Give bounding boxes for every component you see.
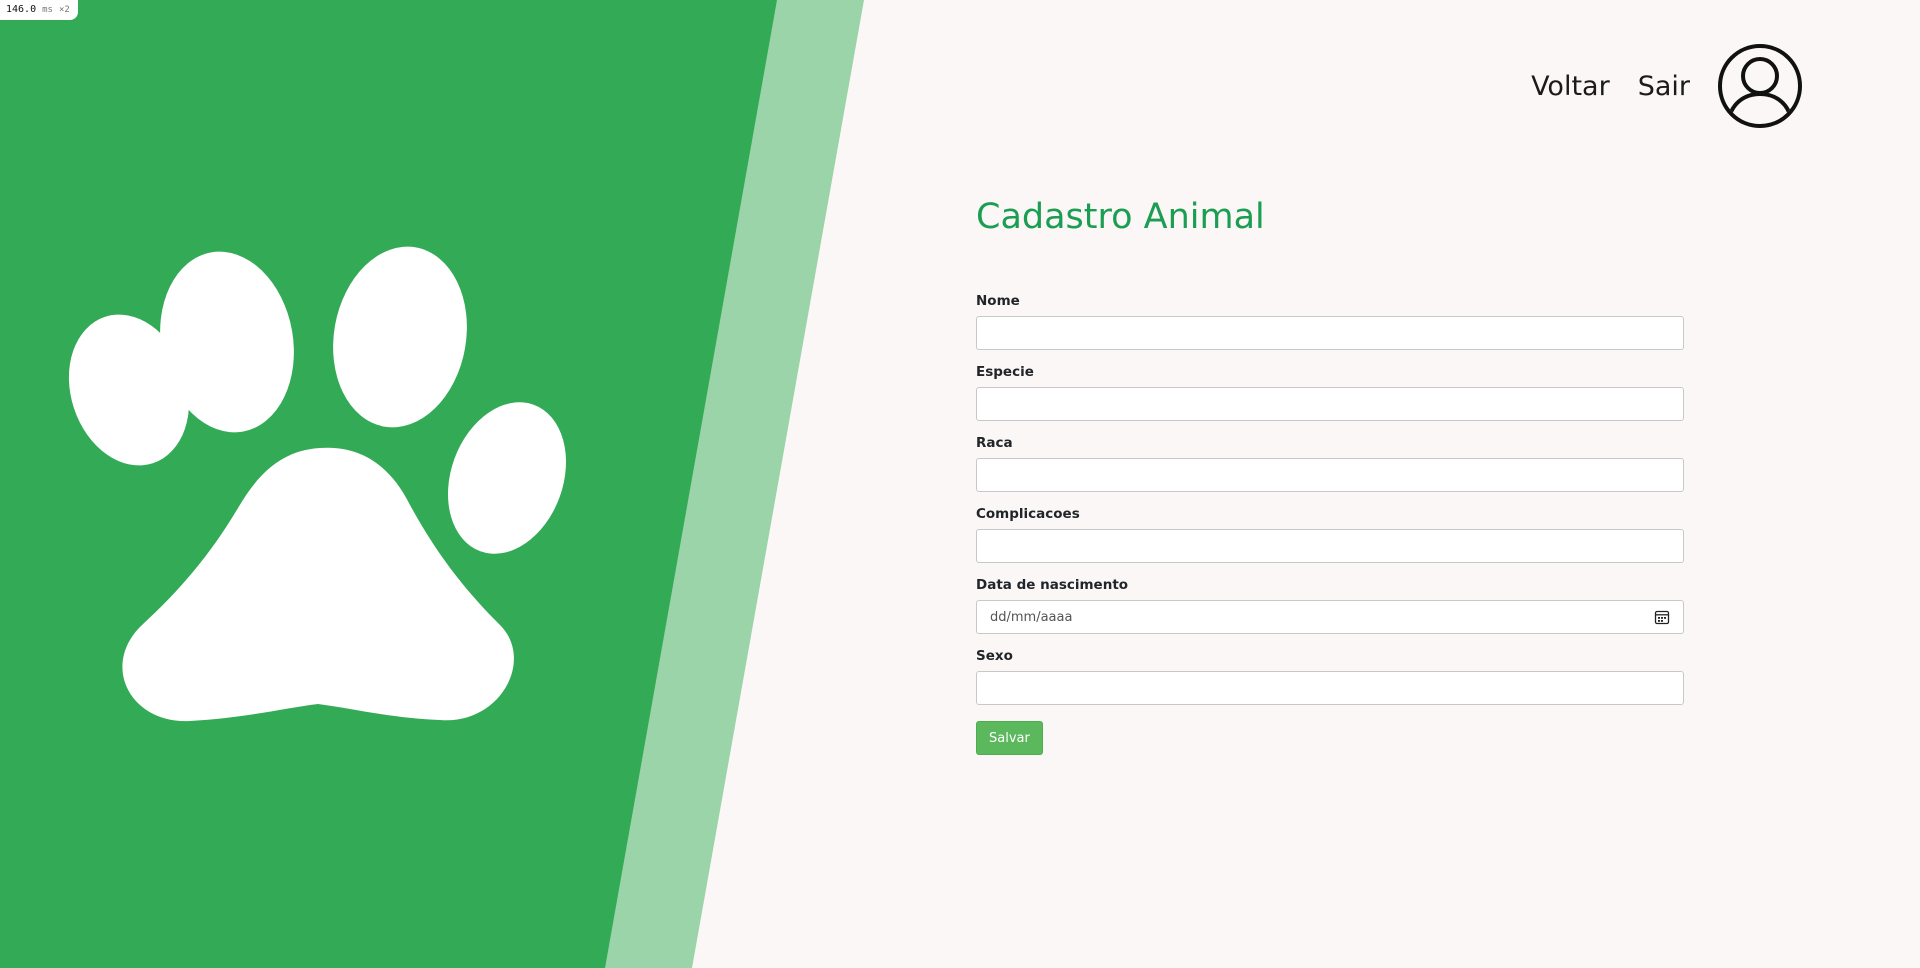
complicacoes-field-group: Complicacoes bbox=[976, 506, 1684, 563]
complicacoes-input[interactable] bbox=[976, 529, 1684, 563]
raca-field-group: Raca bbox=[976, 435, 1684, 492]
sexo-field-group: Sexo bbox=[976, 648, 1684, 705]
nascimento-field-group: Data de nascimento bbox=[976, 577, 1684, 634]
nascimento-date-input[interactable] bbox=[976, 600, 1684, 634]
sexo-label: Sexo bbox=[976, 648, 1013, 664]
perf-overlay: 146.0 ms ×2 bbox=[0, 0, 78, 20]
especie-label: Especie bbox=[976, 364, 1034, 380]
sexo-input[interactable] bbox=[976, 671, 1684, 705]
back-link[interactable]: Voltar bbox=[1531, 71, 1610, 102]
nome-label: Nome bbox=[976, 293, 1020, 309]
especie-field-group: Especie bbox=[976, 364, 1684, 421]
logout-link[interactable]: Sair bbox=[1638, 71, 1690, 102]
perf-mult: ×2 bbox=[59, 5, 70, 15]
perf-value: 146.0 bbox=[6, 4, 37, 15]
nome-input[interactable] bbox=[976, 316, 1684, 350]
save-button[interactable]: Salvar bbox=[976, 721, 1043, 755]
top-nav: Voltar Sair bbox=[1531, 44, 1802, 128]
especie-input[interactable] bbox=[976, 387, 1684, 421]
raca-input[interactable] bbox=[976, 458, 1684, 492]
calendar-icon[interactable] bbox=[1654, 609, 1670, 625]
animal-form: Cadastro Animal Nome Especie Raca Compli… bbox=[976, 195, 1684, 755]
page: 146.0 ms ×2 Voltar Sair Cadastro Animal … bbox=[0, 0, 1920, 968]
perf-unit: ms bbox=[42, 5, 53, 15]
page-title: Cadastro Animal bbox=[976, 197, 1265, 237]
nome-field-group: Nome bbox=[976, 293, 1684, 350]
user-circle-icon[interactable] bbox=[1718, 44, 1802, 128]
paw-icon bbox=[68, 246, 566, 722]
complicacoes-label: Complicacoes bbox=[976, 506, 1080, 522]
date-input-wrapper bbox=[976, 600, 1684, 634]
raca-label: Raca bbox=[976, 435, 1013, 451]
nascimento-label: Data de nascimento bbox=[976, 577, 1129, 593]
